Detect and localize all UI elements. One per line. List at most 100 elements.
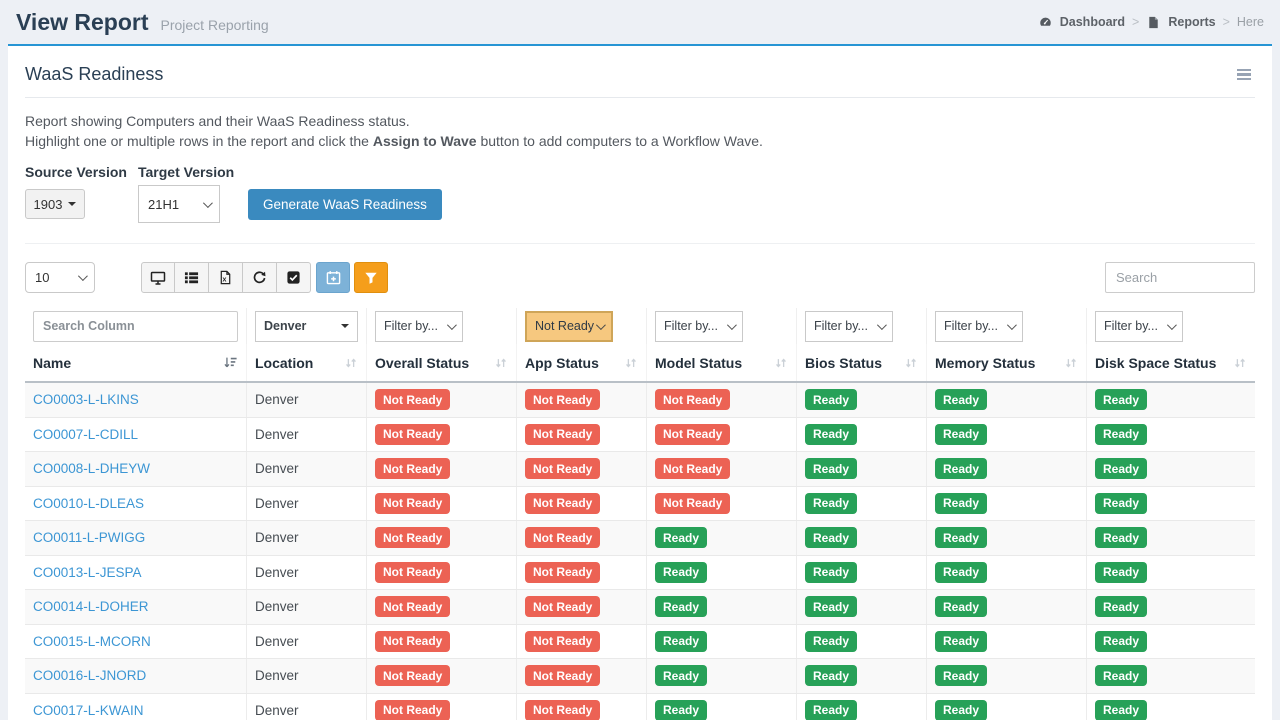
col-header-bios-status[interactable]: Bios Status [797, 344, 927, 381]
col-header-overall-status[interactable]: Overall Status [367, 344, 517, 381]
chevron-down-icon [596, 320, 606, 330]
filter-toggle-button[interactable] [354, 262, 388, 293]
table-row[interactable]: CO0013-L-JESPA Denver Not Ready Not Read… [25, 556, 1255, 591]
overall-status-badge: Not Ready [375, 424, 450, 445]
assign-to-wave-button[interactable] [316, 262, 350, 293]
chevron-down-icon [447, 320, 457, 330]
panel-menu-icon[interactable] [1233, 65, 1255, 85]
display-icon [150, 270, 166, 286]
col-header-location[interactable]: Location [247, 344, 367, 381]
app-status-badge: Not Ready [525, 527, 600, 548]
name-column-search-input[interactable] [33, 311, 238, 342]
breadcrumb: Dashboard > Reports > Here [1038, 15, 1264, 30]
description-line-1: Report showing Computers and their WaaS … [25, 111, 1255, 131]
table-row[interactable]: CO0014-L-DOHER Denver Not Ready Not Read… [25, 590, 1255, 625]
disk-space-status-badge: Ready [1095, 527, 1147, 548]
sort-icon[interactable] [1064, 356, 1078, 370]
section-divider [25, 243, 1255, 244]
disk-space-status-filter-select[interactable]: Filter by... [1095, 311, 1183, 342]
overall-status-badge: Not Ready [375, 389, 450, 410]
disk-space-status-badge: Ready [1095, 631, 1147, 652]
model-status-filter-select[interactable]: Filter by... [655, 311, 743, 342]
app-status-badge: Not Ready [525, 424, 600, 445]
memory-status-filter-select[interactable]: Filter by... [935, 311, 1023, 342]
computer-name-link[interactable]: CO0003-L-LKINS [33, 392, 139, 407]
col-header-disk-space-status[interactable]: Disk Space Status [1087, 344, 1255, 381]
table-search-input[interactable] [1105, 262, 1255, 293]
excel-export-icon: x [218, 270, 233, 285]
sort-icon[interactable] [774, 356, 788, 370]
computer-name-link[interactable]: CO0011-L-PWIGG [33, 530, 145, 545]
filter-icon [364, 271, 378, 285]
generate-waas-readiness-button[interactable]: Generate WaaS Readiness [248, 189, 442, 220]
list-view-button[interactable] [175, 262, 209, 293]
breadcrumb-reports[interactable]: Reports [1168, 15, 1215, 29]
refresh-button[interactable] [243, 262, 277, 293]
memory-status-badge: Ready [935, 493, 987, 514]
col-header-name[interactable]: Name [25, 344, 247, 381]
computer-name-link[interactable]: CO0015-L-MCORN [33, 634, 151, 649]
computer-name-link[interactable]: CO0008-L-DHEYW [33, 461, 150, 476]
sort-icon[interactable] [904, 356, 918, 370]
col-header-memory-status[interactable]: Memory Status [927, 344, 1087, 381]
source-version-dropdown[interactable]: 1903 [25, 189, 85, 219]
col-header-app-status[interactable]: App Status [517, 344, 647, 381]
table-row[interactable]: CO0011-L-PWIGG Denver Not Ready Not Read… [25, 521, 1255, 556]
table-row[interactable]: CO0015-L-MCORN Denver Not Ready Not Read… [25, 625, 1255, 660]
sort-icon[interactable] [1233, 356, 1247, 370]
model-status-badge: Ready [655, 631, 707, 652]
location-value: Denver [255, 496, 299, 511]
app-status-badge: Not Ready [525, 389, 600, 410]
computer-name-link[interactable]: CO0007-L-CDILL [33, 427, 138, 442]
col-header-model-status[interactable]: Model Status [647, 344, 797, 381]
export-excel-button[interactable]: x [209, 262, 243, 293]
table-row[interactable]: CO0007-L-CDILL Denver Not Ready Not Read… [25, 418, 1255, 453]
table-row[interactable]: CO0017-L-KWAIN Denver Not Ready Not Read… [25, 694, 1255, 720]
refresh-icon [252, 270, 267, 285]
disk-space-status-badge: Ready [1095, 665, 1147, 686]
select-all-button[interactable] [277, 262, 311, 293]
target-version-select[interactable]: 21H1 [138, 185, 220, 223]
chevron-down-icon [727, 320, 737, 330]
overall-status-badge: Not Ready [375, 527, 450, 548]
report-description: Report showing Computers and their WaaS … [25, 111, 1255, 151]
top-bar: View Report Project Reporting Dashboard … [0, 0, 1280, 44]
table-row[interactable]: CO0003-L-LKINS Denver Not Ready Not Read… [25, 383, 1255, 418]
bios-status-badge: Ready [805, 527, 857, 548]
source-version-label: Source Version [25, 164, 138, 180]
table-row[interactable]: CO0016-L-JNORD Denver Not Ready Not Read… [25, 659, 1255, 694]
app-status-badge: Not Ready [525, 700, 600, 720]
display-columns-button[interactable] [141, 262, 175, 293]
computer-name-link[interactable]: CO0017-L-KWAIN [33, 703, 144, 718]
bios-status-filter-select[interactable]: Filter by... [805, 311, 893, 342]
table-row[interactable]: CO0010-L-DLEAS Denver Not Ready Not Read… [25, 487, 1255, 522]
computer-name-link[interactable]: CO0014-L-DOHER [33, 599, 149, 614]
app-status-filter-select[interactable]: Not Ready [525, 311, 613, 342]
sort-icon[interactable] [624, 356, 638, 370]
breadcrumb-dashboard[interactable]: Dashboard [1060, 15, 1125, 29]
model-status-badge: Ready [655, 665, 707, 686]
computer-name-link[interactable]: CO0010-L-DLEAS [33, 496, 144, 511]
toolbar-button-group: x [141, 262, 388, 293]
computer-name-link[interactable]: CO0013-L-JESPA [33, 565, 142, 580]
sort-amount-desc-icon[interactable] [223, 355, 238, 370]
location-filter-select[interactable]: Denver [255, 311, 358, 342]
bios-status-badge: Ready [805, 389, 857, 410]
bios-status-badge: Ready [805, 458, 857, 479]
model-status-badge: Not Ready [655, 424, 730, 445]
bios-status-badge: Ready [805, 665, 857, 686]
table-header-row: Name Location Overall Status App Status … [25, 344, 1255, 383]
memory-status-badge: Ready [935, 527, 987, 548]
table-body: CO0003-L-LKINS Denver Not Ready Not Read… [25, 383, 1255, 720]
model-status-badge: Not Ready [655, 493, 730, 514]
computer-name-link[interactable]: CO0016-L-JNORD [33, 668, 146, 683]
overall-status-filter-select[interactable]: Filter by... [375, 311, 463, 342]
location-value: Denver [255, 703, 299, 718]
overall-status-badge: Not Ready [375, 596, 450, 617]
page-size-select[interactable]: 10 [25, 262, 95, 293]
sort-icon[interactable] [494, 356, 508, 370]
table-row[interactable]: CO0008-L-DHEYW Denver Not Ready Not Read… [25, 452, 1255, 487]
sort-icon[interactable] [344, 356, 358, 370]
memory-status-badge: Ready [935, 562, 987, 583]
model-status-badge: Not Ready [655, 458, 730, 479]
